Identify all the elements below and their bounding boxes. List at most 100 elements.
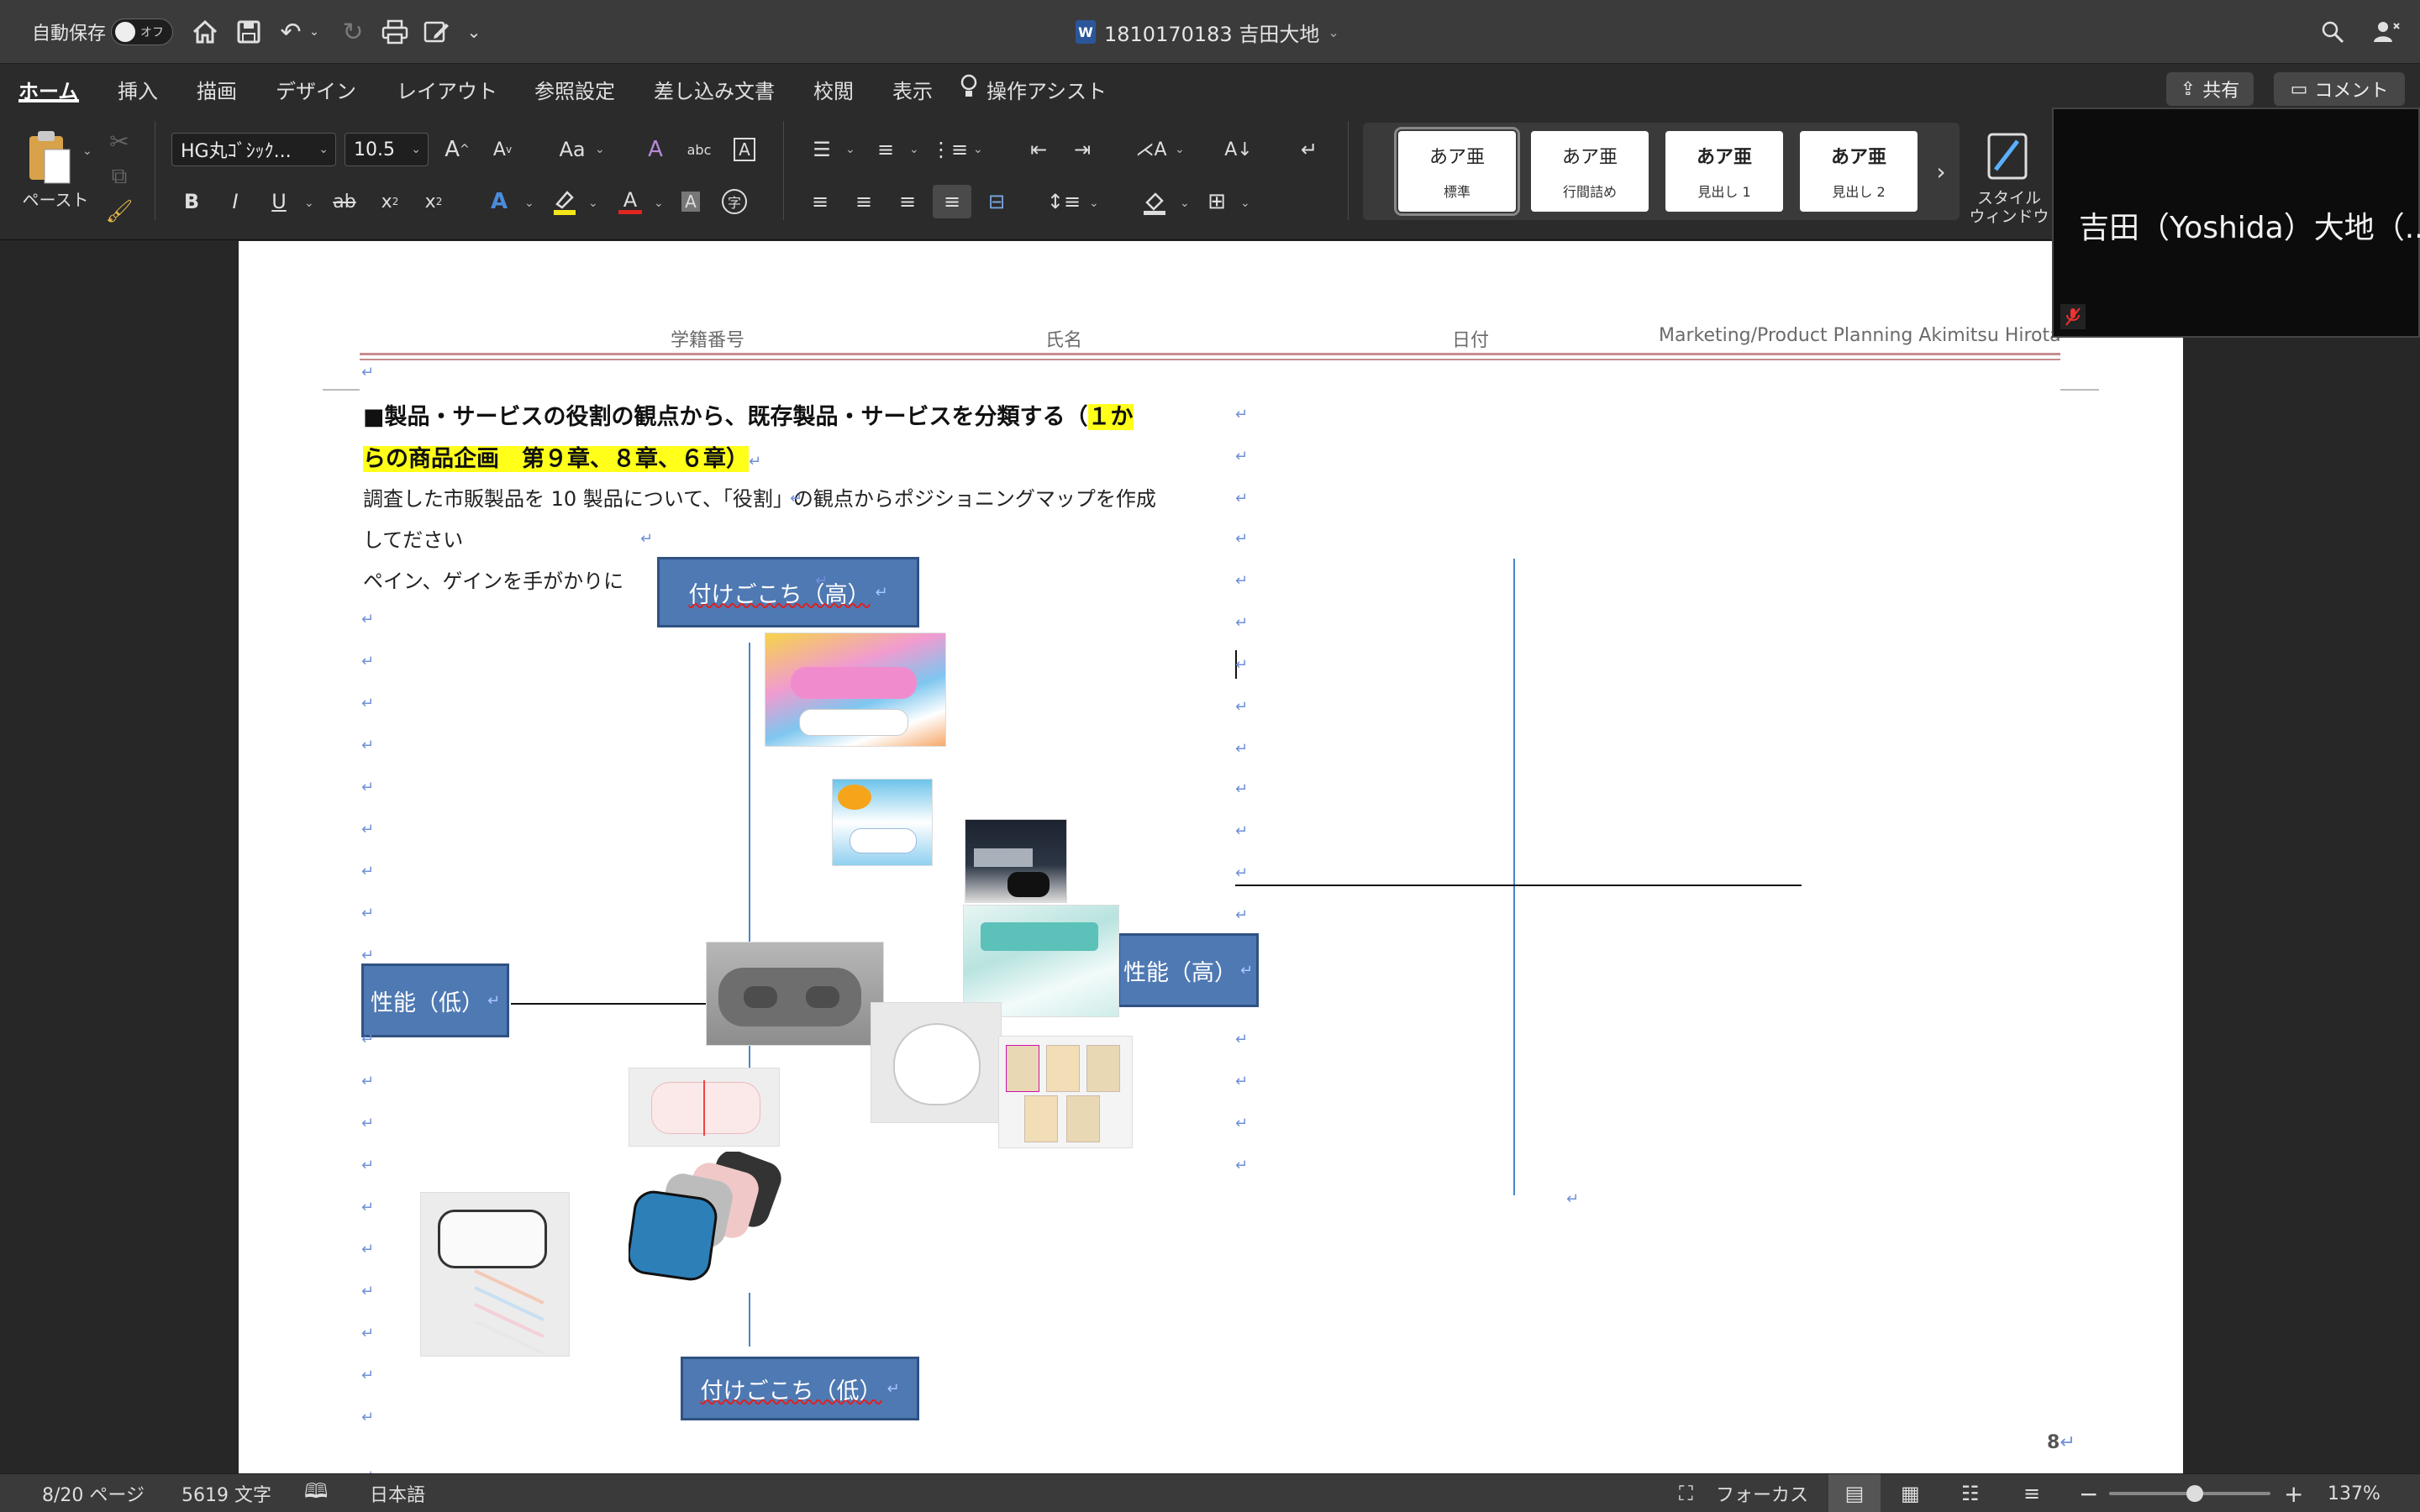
autosave-toggle[interactable]: オフ bbox=[111, 18, 173, 45]
focus-mode-icon[interactable]: ⛶ bbox=[1679, 1474, 1693, 1512]
share-button[interactable]: ⇪ 共有 bbox=[2166, 72, 2254, 106]
strikethrough-icon[interactable]: ab bbox=[328, 186, 361, 217]
search-icon[interactable] bbox=[2316, 15, 2349, 49]
numbering-dropdown-icon[interactable]: ⌄ bbox=[909, 143, 919, 156]
save-icon[interactable] bbox=[232, 15, 266, 49]
comment-button[interactable]: ▭ コメント bbox=[2274, 72, 2405, 106]
font-size-dropdown[interactable]: 10.5 ⌄ bbox=[345, 133, 429, 166]
align-center-icon[interactable]: ≡ bbox=[847, 186, 881, 217]
underline-dropdown-icon[interactable]: ⌄ bbox=[304, 197, 314, 210]
italic-icon[interactable]: I bbox=[220, 186, 250, 217]
word-count[interactable]: 5619 文字 bbox=[182, 1474, 271, 1512]
draft-view-icon[interactable]: ≡ bbox=[2023, 1474, 2040, 1512]
shading-dropdown-icon[interactable]: ⌄ bbox=[1180, 197, 1190, 210]
document-title[interactable]: W 1810170183 吉田大地 ⌄ bbox=[1076, 0, 1339, 64]
bullets-dropdown-icon[interactable]: ⌄ bbox=[845, 143, 855, 156]
tab-draw[interactable]: 描画 bbox=[197, 64, 237, 114]
zoom-in-icon[interactable]: + bbox=[2284, 1474, 2303, 1512]
product-image-mask-boxes[interactable] bbox=[998, 1036, 1133, 1148]
clear-formatting-icon[interactable]: A bbox=[639, 133, 672, 166]
product-image-platinum-mask[interactable] bbox=[965, 819, 1067, 903]
undo-icon[interactable]: ↶ bbox=[274, 15, 308, 49]
justify-icon[interactable]: ≡ bbox=[933, 185, 971, 218]
numbering-icon[interactable]: ≡ bbox=[867, 133, 904, 166]
tab-view[interactable]: 表示 bbox=[892, 64, 933, 114]
styles-more-icon[interactable]: › bbox=[1928, 153, 1954, 190]
tab-insert[interactable]: 挿入 bbox=[118, 64, 158, 114]
home-icon[interactable] bbox=[188, 15, 222, 49]
underline-icon[interactable]: U bbox=[264, 186, 294, 217]
print-icon[interactable] bbox=[378, 15, 412, 49]
align-right-icon[interactable]: ≡ bbox=[891, 186, 924, 217]
zoom-slider-thumb[interactable] bbox=[2186, 1485, 2203, 1502]
font-color-icon[interactable]: A bbox=[613, 186, 647, 217]
redo-icon[interactable]: ↻ bbox=[336, 15, 370, 49]
tab-mailings[interactable]: 差し込み文書 bbox=[654, 64, 775, 114]
multilevel-dropdown-icon[interactable]: ⌄ bbox=[973, 143, 983, 156]
customize-toolbar-icon[interactable]: ⌄ bbox=[464, 15, 484, 49]
print-layout-icon[interactable]: ▤ bbox=[1828, 1474, 1881, 1512]
sort-icon[interactable]: A↓ bbox=[1220, 133, 1257, 166]
font-name-dropdown[interactable]: HG丸ｺﾞｼｯｸ... ⌄ bbox=[171, 133, 336, 166]
tab-review[interactable]: 校閲 bbox=[813, 64, 854, 114]
axis-label-left[interactable]: 性能（低） ↵ bbox=[361, 963, 509, 1037]
product-image-kaiteki-guard[interactable] bbox=[832, 779, 933, 866]
operation-assist[interactable]: 操作アシスト bbox=[960, 64, 1107, 114]
language-indicator[interactable]: 日本語 bbox=[370, 1474, 425, 1512]
format-painter-icon[interactable]: 🖌 bbox=[104, 197, 134, 227]
distributed-icon[interactable]: ⊟ bbox=[980, 186, 1013, 217]
cut-icon[interactable]: ✂ bbox=[104, 126, 134, 156]
text-effects-icon[interactable]: A bbox=[482, 186, 516, 217]
axis-label-bottom[interactable]: 付けごこち（低） ↵ bbox=[681, 1357, 919, 1420]
highlight-dropdown-icon[interactable]: ⌄ bbox=[588, 197, 598, 210]
phonetic-guide-icon[interactable]: abc bbox=[682, 133, 716, 166]
paragraph-marks-icon[interactable]: ↵ bbox=[1291, 133, 1328, 166]
tab-layout[interactable]: レイアウト bbox=[397, 64, 497, 114]
bullets-icon[interactable]: ☰ bbox=[803, 133, 840, 166]
borders-icon[interactable]: ⊞ bbox=[1200, 186, 1234, 217]
style-normal[interactable]: あア亜 標準 bbox=[1394, 127, 1520, 216]
line-spacing-icon[interactable]: ↕≡ bbox=[1045, 186, 1082, 217]
shading-icon[interactable] bbox=[1136, 186, 1173, 217]
paste-dropdown-icon[interactable]: ⌄ bbox=[82, 144, 92, 158]
tab-home[interactable]: ホーム bbox=[18, 64, 78, 114]
product-image-cloth-mask[interactable] bbox=[629, 1068, 780, 1147]
asian-layout-icon[interactable]: ⋌A bbox=[1133, 133, 1170, 166]
style-no-spacing[interactable]: あア亜 行間詰め bbox=[1531, 131, 1649, 212]
multilevel-list-icon[interactable]: ⋮≡ bbox=[931, 133, 968, 166]
superscript-icon[interactable]: x2 bbox=[418, 186, 449, 217]
style-window-icon[interactable] bbox=[1981, 126, 2033, 186]
outline-view-icon[interactable]: ☷ bbox=[1961, 1474, 1980, 1512]
edit-doc-icon[interactable] bbox=[420, 15, 454, 49]
align-left-icon[interactable]: ≡ bbox=[803, 186, 837, 217]
line-spacing-dropdown-icon[interactable]: ⌄ bbox=[1089, 197, 1099, 210]
enclose-characters-icon[interactable]: 字 bbox=[719, 186, 750, 217]
bold-icon[interactable]: B bbox=[176, 186, 207, 217]
zoom-out-icon[interactable]: − bbox=[2079, 1474, 2098, 1512]
subscript-icon[interactable]: x2 bbox=[375, 186, 405, 217]
change-case-icon[interactable]: Aa bbox=[551, 133, 593, 166]
text-effects-dropdown-icon[interactable]: ⌄ bbox=[524, 197, 534, 210]
asian-layout-dropdown-icon[interactable]: ⌄ bbox=[1175, 143, 1185, 156]
product-image-hadagokochi[interactable] bbox=[765, 633, 946, 747]
change-case-dropdown-icon[interactable]: ⌄ bbox=[595, 143, 605, 156]
product-image-color-masks[interactable] bbox=[629, 1152, 781, 1286]
copy-icon[interactable]: ⧉ bbox=[104, 161, 134, 192]
tab-design[interactable]: デザイン bbox=[276, 64, 356, 114]
zoom-level[interactable]: 137% bbox=[2328, 1474, 2381, 1512]
focus-mode-label[interactable]: フォーカス bbox=[1716, 1474, 1808, 1512]
proofing-icon[interactable]: 🕮 bbox=[304, 1474, 328, 1512]
product-image-pitta[interactable] bbox=[706, 942, 884, 1046]
document-page[interactable]: 学籍番号 氏名 日付 Marketing/Product Planning Ak… bbox=[239, 241, 2183, 1473]
document-canvas[interactable]: 学籍番号 氏名 日付 Marketing/Product Planning Ak… bbox=[0, 241, 2420, 1473]
style-heading-1[interactable]: あア亜 見出し 1 bbox=[1665, 131, 1783, 212]
tab-references[interactable]: 参照設定 bbox=[534, 64, 615, 114]
borders-dropdown-icon[interactable]: ⌄ bbox=[1240, 197, 1250, 210]
video-participant-panel[interactable]: 吉田（Yoshida）大地（... bbox=[2052, 108, 2420, 338]
decrease-indent-icon[interactable]: ⇤ bbox=[1020, 133, 1057, 166]
highlight-color-icon[interactable] bbox=[548, 186, 581, 217]
grow-font-icon[interactable]: A ^ bbox=[440, 133, 474, 166]
style-heading-2[interactable]: あア亜 見出し 2 bbox=[1800, 131, 1918, 212]
increase-indent-icon[interactable]: ⇥ bbox=[1064, 133, 1101, 166]
paste-button[interactable] bbox=[22, 126, 77, 188]
